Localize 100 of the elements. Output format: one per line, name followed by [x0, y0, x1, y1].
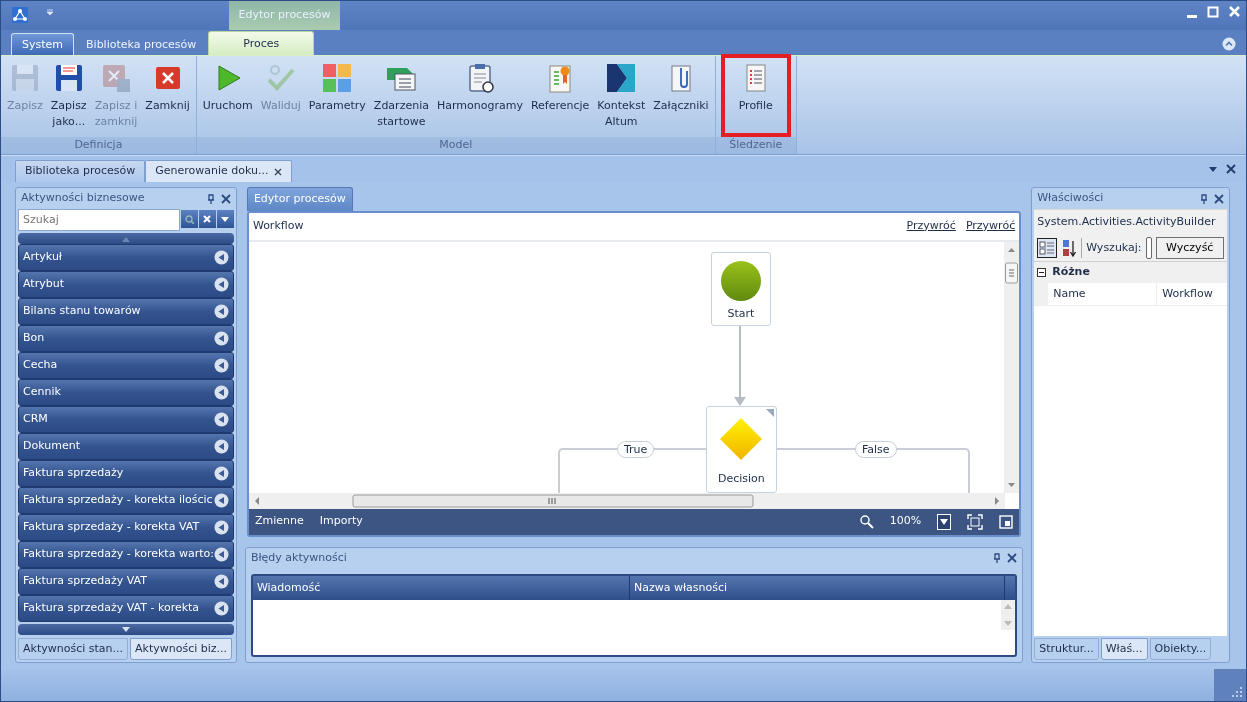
- horizontal-scrollbar[interactable]: [248, 492, 1005, 509]
- expander-toggle[interactable]: [1037, 267, 1047, 277]
- search-field[interactable]: Szukaj: [18, 209, 180, 231]
- panel-tab[interactable]: Aktywności biz...: [130, 638, 233, 660]
- panel-title: Aktywności biznesowe: [21, 190, 146, 207]
- activity-group-item[interactable]: Faktura sprzedaży - korekta ilościc: [18, 487, 234, 514]
- panel-tab[interactable]: Aktywności stan...: [18, 638, 128, 660]
- activity-group-item[interactable]: Atrybut: [18, 271, 234, 298]
- branch-label: True: [616, 440, 655, 458]
- dropdown-button[interactable]: [216, 210, 234, 228]
- dropdown-icon: [46, 8, 54, 16]
- zoom-dropdown-button[interactable]: [937, 513, 952, 530]
- zoom-icon[interactable]: [859, 514, 874, 529]
- vertical-scrollbar[interactable]: [1004, 241, 1020, 493]
- expand-icon: [213, 277, 229, 292]
- ribbon-button[interactable]: Zdarzenia startowe: [370, 60, 432, 137]
- expand-icon: [213, 358, 229, 373]
- pin-button[interactable]: [993, 553, 1002, 563]
- panel-tab[interactable]: Obiekty...: [1149, 638, 1212, 660]
- group-label: Śledzenie: [715, 137, 796, 154]
- search-field[interactable]: [1145, 236, 1152, 259]
- ribbon-button[interactable]: Parametry: [305, 60, 369, 137]
- collapse-ribbon-icon[interactable]: [1222, 37, 1236, 51]
- property-value[interactable]: Workflow: [1156, 282, 1227, 306]
- activity-group-item[interactable]: Dokument: [18, 433, 234, 460]
- activity-group-item[interactable]: Artykuł: [18, 244, 234, 271]
- overview-icon[interactable]: [999, 514, 1014, 529]
- vertical-scrollbar[interactable]: [1001, 599, 1016, 630]
- panel-title: Błędy aktywności: [250, 549, 348, 566]
- restore-link[interactable]: Przywróć: [965, 217, 1016, 235]
- panel-tab[interactable]: Właś...: [1100, 638, 1148, 660]
- fit-to-screen-icon[interactable]: [967, 513, 984, 530]
- activity-group-item[interactable]: CRM: [18, 406, 234, 433]
- dropdown-icon: [940, 518, 949, 525]
- close-icon: [1214, 193, 1224, 204]
- pin-icon: [1200, 193, 1208, 204]
- zoom-level: 100%: [889, 513, 922, 530]
- column-header[interactable]: Wiadomość: [252, 575, 630, 600]
- designer-tab[interactable]: Importy: [319, 513, 363, 530]
- ribbon-button[interactable]: Zamknij: [142, 60, 193, 137]
- flow-node[interactable]: Start: [710, 251, 771, 326]
- search-button[interactable]: [180, 210, 198, 228]
- designer-tab[interactable]: Zmienne: [254, 513, 304, 530]
- category-label: Różne: [1052, 264, 1090, 280]
- expand-icon: [213, 520, 229, 535]
- ribbon-button[interactable]: Harmonogramy: [433, 60, 526, 137]
- activity-group-item[interactable]: Faktura sprzedaży VAT: [18, 568, 234, 595]
- ribbon-button[interactable]: Referencje: [527, 60, 593, 137]
- clear-button[interactable]: Wyczyść: [1155, 236, 1224, 259]
- activity-group-item[interactable]: Cecha: [18, 352, 234, 379]
- ribbon-button[interactable]: Kontekst Altum: [594, 60, 649, 137]
- categorized-view-icon[interactable]: [1037, 237, 1058, 258]
- expand-icon: [213, 304, 229, 319]
- search-label: Wyszukaj:: [1086, 239, 1142, 256]
- ribbon-button[interactable]: Uruchom: [199, 60, 256, 137]
- group-label: Model: [196, 137, 715, 154]
- branch-label: False: [854, 440, 897, 458]
- corner-marker-icon: [765, 408, 774, 417]
- ribbon-button[interactable]: Zapisz jako...: [47, 60, 90, 137]
- document-tab[interactable]: Biblioteka procesów: [15, 160, 146, 182]
- clear-button[interactable]: [198, 210, 216, 228]
- activity-group-item[interactable]: Bilans stanu towarów: [18, 298, 234, 325]
- activity-group-item[interactable]: Faktura sprzedaży - korekta warto:: [18, 541, 234, 568]
- activity-group-item[interactable]: Cennik: [18, 379, 234, 406]
- close-button[interactable]: [1007, 553, 1018, 563]
- ribbon-button[interactable]: Profile: [724, 58, 787, 133]
- pin-button[interactable]: [206, 193, 215, 204]
- close-icon[interactable]: [274, 167, 283, 176]
- context-tab-group: Edytor procesów: [229, 1, 340, 30]
- expand-icon: [213, 385, 229, 400]
- activity-group-item[interactable]: Faktura sprzedaży: [18, 460, 234, 487]
- logo-icon: [605, 62, 638, 94]
- close-button[interactable]: [1226, 164, 1236, 174]
- expand-icon: [213, 439, 229, 454]
- resize-grip[interactable]: [1214, 669, 1246, 701]
- restore-link[interactable]: Przywróć: [906, 217, 956, 235]
- collapse-icon: [1037, 267, 1047, 277]
- dropdown-icon: [220, 214, 231, 224]
- ribbon-button[interactable]: Załączniki: [650, 60, 712, 137]
- group-label: Definicja: [1, 137, 196, 154]
- column-header[interactable]: Nazwa własności: [629, 575, 1005, 600]
- close-button[interactable]: [1214, 193, 1224, 204]
- activity-group-item[interactable]: Bon: [18, 325, 234, 352]
- flow-node[interactable]: Decision: [705, 405, 777, 493]
- pin-button[interactable]: [1200, 193, 1208, 204]
- tab-list-button[interactable]: [1208, 164, 1218, 174]
- object-type-label: System.Activities.ActivityBuilder: [1034, 209, 1227, 235]
- expand-icon: [213, 601, 229, 616]
- close-button[interactable]: [220, 193, 231, 204]
- ribbon-tab[interactable]: Biblioteka procesów: [74, 33, 209, 55]
- activity-group-item[interactable]: Faktura sprzedaży VAT - korekta: [18, 595, 234, 622]
- breadcrumb[interactable]: Workflow: [252, 217, 304, 235]
- activity-group-item[interactable]: Faktura sprzedaży - korekta VAT: [18, 514, 234, 541]
- document-tab[interactable]: Generowanie doku...: [145, 160, 293, 182]
- panel-tab[interactable]: Struktur...: [1034, 638, 1099, 660]
- close-icon: [1226, 164, 1236, 174]
- ribbon-tab[interactable]: Proces: [208, 31, 315, 55]
- ribbon-tab[interactable]: System: [11, 33, 75, 55]
- dropdown-icon: [1208, 164, 1218, 174]
- sort-icon[interactable]: [1061, 237, 1078, 258]
